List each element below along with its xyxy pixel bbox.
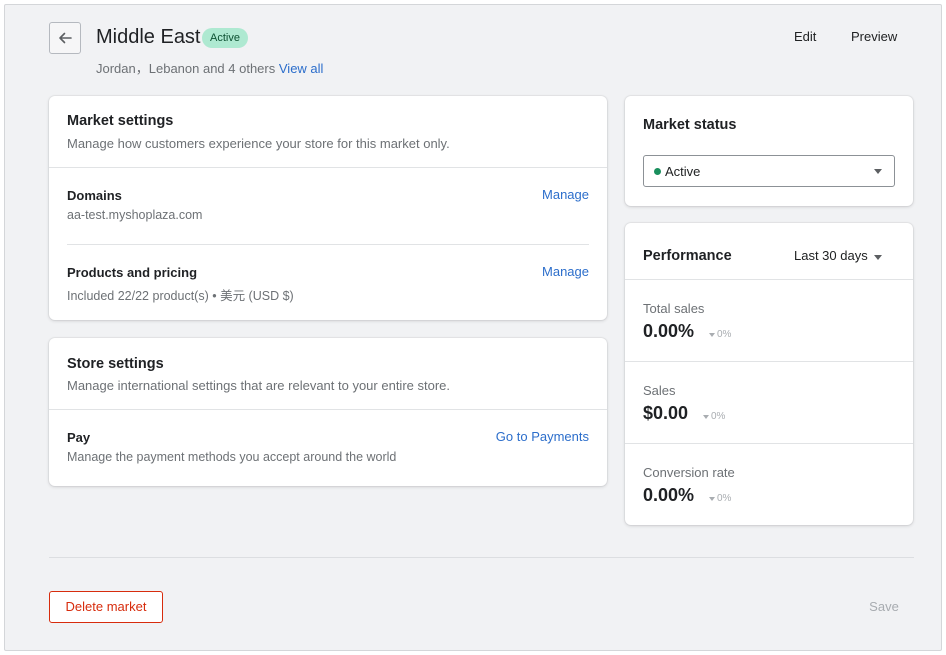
page-title: Middle East: [96, 26, 201, 48]
manage-domains-link[interactable]: Manage: [542, 187, 589, 202]
metric-delta-value: 0%: [711, 411, 726, 422]
preview-button[interactable]: Preview: [851, 29, 897, 44]
store-settings-description: Manage international settings that are r…: [67, 378, 450, 393]
chevron-down-icon: [874, 169, 882, 174]
performance-card: Performance Last 30 days Total sales 0.0…: [625, 223, 913, 525]
trend-down-icon: [703, 414, 709, 419]
store-settings-title: Store settings: [67, 356, 164, 372]
status-dot-icon: [654, 168, 661, 175]
save-button[interactable]: Save: [855, 591, 913, 623]
metric-label: Total sales: [643, 301, 705, 316]
domains-title: Domains: [67, 188, 122, 203]
manage-products-link[interactable]: Manage: [542, 264, 589, 279]
products-pricing-value: Included 22/22 product(s) • 美元 (USD $): [67, 289, 294, 303]
domains-value: aa-test.myshoplaza.com: [67, 208, 203, 222]
market-settings-title: Market settings: [67, 113, 174, 129]
metric-delta: 0%: [709, 493, 731, 504]
date-range-dropdown[interactable]: Last 30 days: [794, 248, 868, 263]
performance-title: Performance: [643, 248, 732, 264]
metric-delta: 0%: [703, 411, 725, 422]
trend-down-icon: [709, 332, 715, 337]
market-status-card: Market status Active: [625, 96, 913, 206]
chevron-down-icon: [874, 255, 882, 260]
market-settings-card: Market settings Manage how customers exp…: [49, 96, 607, 320]
divider: [67, 244, 589, 245]
metric-label: Conversion rate: [643, 465, 735, 480]
products-pricing-title: Products and pricing: [67, 265, 198, 280]
pay-description: Manage the payment methods you accept ar…: [67, 450, 397, 464]
divider: [625, 443, 913, 444]
metric-delta-value: 0%: [717, 329, 732, 340]
market-status-title: Market status: [643, 117, 737, 133]
go-to-payments-link[interactable]: Go to Payments: [496, 429, 589, 444]
market-status-value: Active: [665, 164, 701, 179]
arrow-left-icon: [59, 32, 72, 44]
metric-delta-value: 0%: [717, 493, 732, 504]
metric-value: 0.00%: [643, 485, 695, 505]
market-status-select[interactable]: Active: [643, 155, 895, 187]
metric-value: $0.00: [643, 403, 689, 423]
divider: [625, 361, 913, 362]
delete-market-button[interactable]: Delete market: [49, 591, 163, 623]
date-range-label: Last 30 days: [794, 248, 868, 263]
view-all-link[interactable]: View all: [279, 61, 324, 76]
store-settings-card: Store settings Manage international sett…: [49, 338, 607, 486]
divider: [49, 409, 607, 410]
page-frame: Middle East Active Jordan，Lebanon and 4 …: [4, 4, 942, 651]
regions-text: Jordan，Lebanon and 4 others: [96, 61, 276, 76]
market-regions: Jordan，Lebanon and 4 others View all: [96, 58, 323, 77]
edit-button[interactable]: Edit: [794, 29, 816, 44]
trend-down-icon: [709, 496, 715, 501]
divider: [49, 167, 607, 168]
status-badge: Active: [202, 28, 248, 48]
metric-value: 0.00%: [643, 321, 695, 341]
market-settings-description: Manage how customers experience your sto…: [67, 136, 450, 151]
metric-delta: 0%: [709, 329, 731, 340]
metric-label: Sales: [643, 383, 676, 398]
back-button[interactable]: [49, 22, 81, 54]
footer-divider: [49, 557, 914, 558]
divider: [625, 279, 913, 280]
pay-title: Pay: [67, 430, 91, 445]
